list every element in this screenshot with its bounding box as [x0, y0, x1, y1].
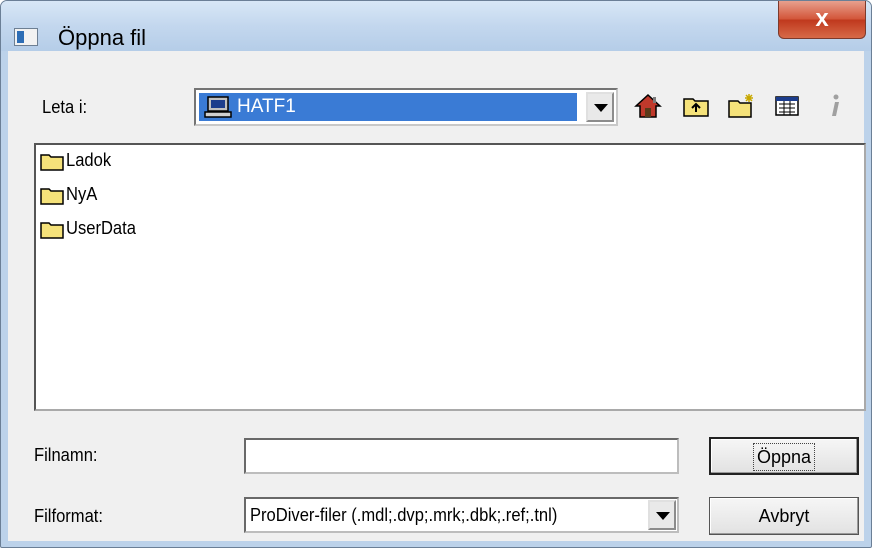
folder-icon: [40, 222, 64, 239]
lookin-selected-value[interactable]: HATF1: [199, 93, 577, 121]
dialog-body: Leta i: HATF1 Ladok NyA UserData Filnamn…: [8, 51, 866, 541]
filename-input[interactable]: [244, 438, 679, 474]
folder-icon: [40, 154, 64, 171]
home-icon[interactable]: [634, 92, 662, 120]
new-folder-icon[interactable]: [727, 92, 755, 120]
file-name: UserData: [66, 218, 136, 238]
details-view-icon[interactable]: [773, 92, 801, 120]
lookin-value-text: HATF1: [237, 96, 296, 117]
cancel-button[interactable]: Avbryt: [709, 497, 859, 535]
folder-icon: [40, 188, 64, 205]
window-icon: [14, 28, 38, 46]
open-button[interactable]: Öppna: [709, 437, 859, 475]
fileformat-value: ProDiver-filer (.mdl;.dvp;.mrk;.dbk;.ref…: [250, 505, 558, 525]
filename-label: Filnamn:: [34, 445, 98, 465]
file-list[interactable]: Ladok NyA UserData: [34, 143, 866, 411]
window-title: Öppna fil: [58, 25, 147, 50]
lookin-label: Leta i:: [42, 97, 88, 117]
open-file-dialog: Öppna fil x Leta i: HATF1 Ladok NyA User…: [0, 0, 872, 548]
title-bar[interactable]: Öppna fil x: [1, 1, 871, 51]
fileformat-dropdown-button[interactable]: [648, 500, 676, 530]
file-name: Ladok: [66, 150, 112, 170]
fileformat-select[interactable]: ProDiver-filer (.mdl;.dvp;.mrk;.dbk;.ref…: [244, 497, 679, 533]
lookin-dropdown-button[interactable]: [586, 92, 614, 122]
up-folder-icon[interactable]: [682, 92, 710, 120]
info-icon: [832, 94, 839, 116]
close-button[interactable]: x: [778, 1, 866, 39]
fileformat-label: Filformat:: [34, 506, 104, 526]
lookin-combobox[interactable]: HATF1: [194, 88, 618, 126]
open-button-label: Öppna: [752, 443, 816, 471]
file-name: NyA: [66, 184, 98, 204]
computer-icon: [204, 96, 232, 118]
